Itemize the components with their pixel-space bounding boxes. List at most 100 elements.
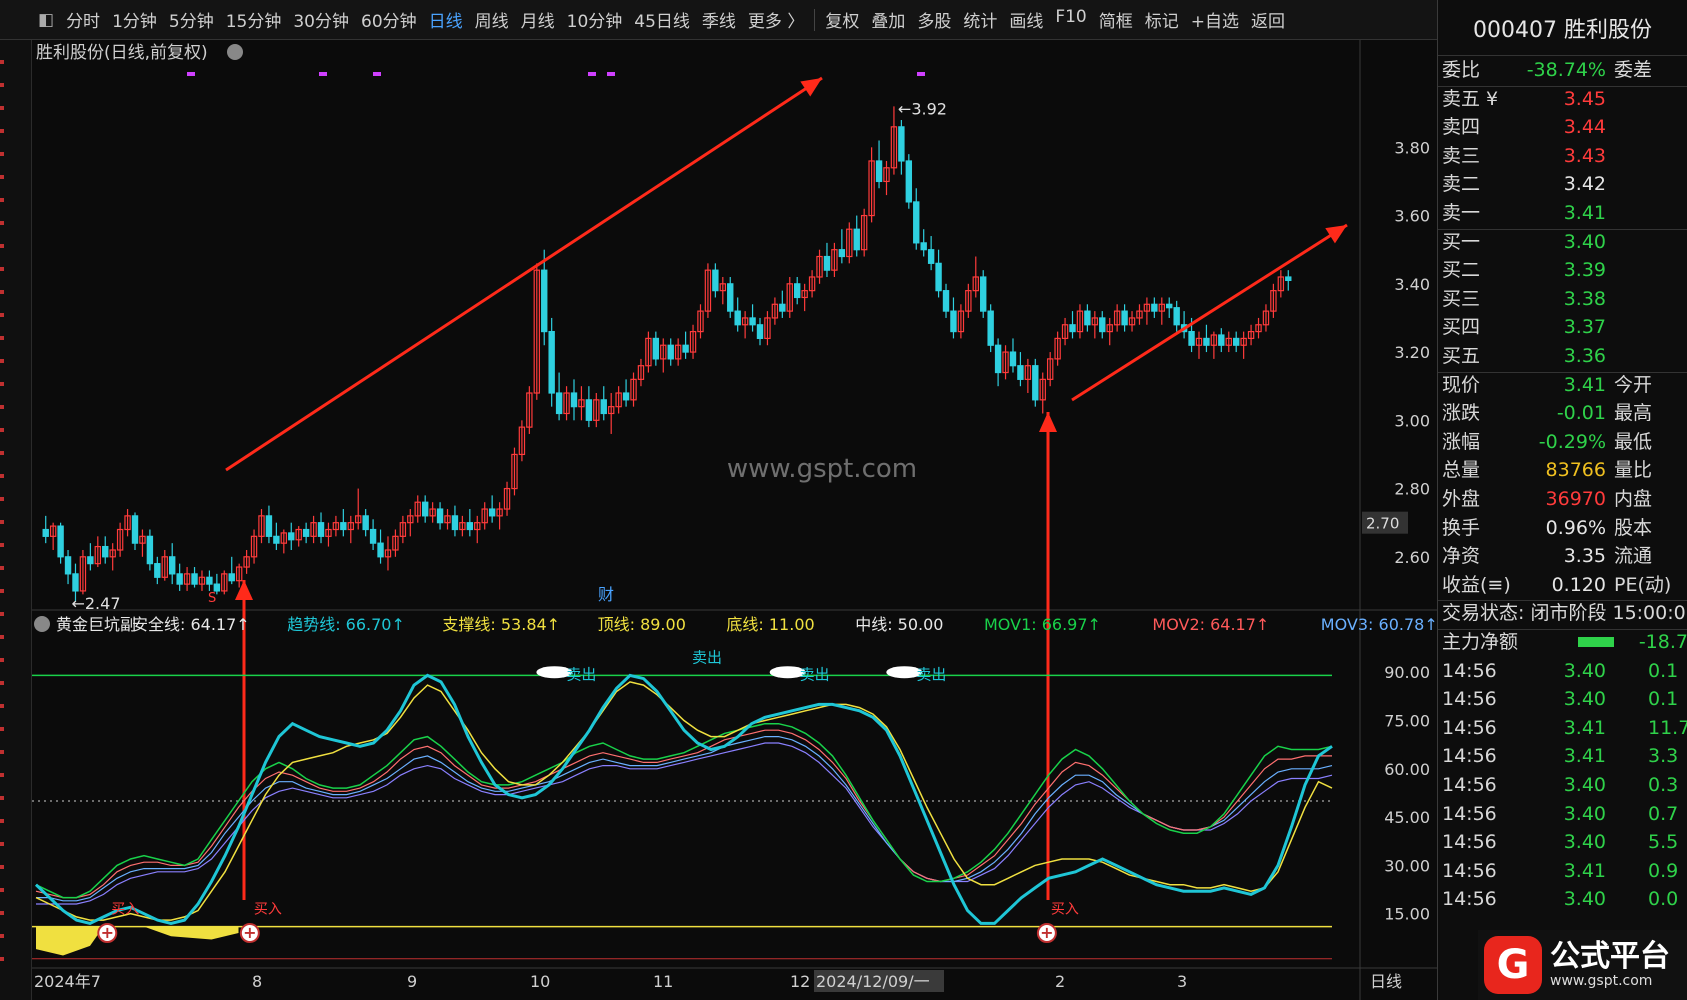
candle-body (749, 317, 756, 326)
low-annotation: ←2.47 (71, 594, 120, 613)
candle-body (712, 269, 719, 292)
indicator-label: MOV3: 60.78↑ (1321, 615, 1437, 634)
stat-row-1: 涨跌 -0.01 最高 (1438, 399, 1687, 427)
buy-plus-glyph: + (101, 923, 114, 942)
candle-body (1203, 337, 1210, 346)
tab-4[interactable]: 30分钟 (287, 7, 355, 32)
candle-body (176, 573, 183, 585)
candle-body (823, 255, 831, 271)
tab-8[interactable]: 月线 (515, 7, 561, 32)
tick-price: 3.40 (1563, 802, 1606, 825)
buy-label: 买入 (254, 902, 282, 918)
side-marker (0, 83, 4, 87)
tab-1[interactable]: 1分钟 (106, 7, 163, 32)
candle-body (228, 573, 235, 582)
tool-button-9[interactable]: 返回 (1245, 7, 1291, 32)
tool-button-6[interactable]: 简框 (1093, 7, 1139, 32)
side-marker (0, 497, 4, 501)
tab-10[interactable]: 45日线 (628, 7, 696, 32)
candle-body (169, 556, 176, 575)
main-chart-title: 胜利股份(日线,前复权) (36, 43, 208, 63)
stat-row-5: 换手 0.96% 股本 (1438, 514, 1687, 542)
left-sidebar-strip[interactable] (0, 40, 32, 1000)
sell-row-2: 卖三 3.43 (1438, 142, 1687, 170)
tick-vol: 0.3 (1648, 774, 1679, 796)
xaxis-tick-label: 9 (407, 972, 417, 991)
candle-body (206, 576, 213, 585)
sell-label: 卖出 (692, 649, 722, 667)
candle-body (154, 563, 161, 578)
candle-body (942, 290, 950, 312)
candle-body (1069, 324, 1076, 333)
tab-2[interactable]: 5分钟 (163, 7, 220, 32)
stat-label2: 量比 (1614, 459, 1653, 482)
main-net-value: -18.7 (1638, 631, 1687, 653)
tab-9[interactable]: 10分钟 (561, 7, 629, 32)
chart-area[interactable]: 胜利股份(日线,前复权) 2.60 2.80 3.00 3.20 3.40 3.60 3.80… (32, 40, 1437, 1000)
candle-body (1032, 365, 1039, 401)
tool-button-5[interactable]: F10 (1049, 7, 1092, 32)
logo-text-block: 公式平台 www.gspt.com (1550, 939, 1670, 990)
layout-icon[interactable]: ◧ (38, 10, 54, 30)
tab-11[interactable]: 季线 (696, 7, 742, 32)
tab-5[interactable]: 60分钟 (355, 7, 423, 32)
side-marker (0, 336, 4, 340)
candle-body (146, 535, 154, 565)
logo-title: 公式平台 (1550, 939, 1670, 974)
tick-price: 3.41 (1563, 716, 1606, 739)
tick-vol: 0.7 (1648, 802, 1679, 825)
main-net-row: 主力净额 -18.7 (1438, 628, 1687, 656)
tool-button-4[interactable]: 画线 (1003, 7, 1049, 32)
tool-button-3[interactable]: 统计 (957, 7, 1003, 32)
weibi-label: 委比 (1442, 59, 1481, 81)
tool-button-1[interactable]: 叠加 (865, 7, 911, 32)
stat-value: 3.35 (1563, 545, 1606, 568)
stat-row-0: 现价 3.41 今开 (1438, 371, 1687, 399)
indicator-label: 趋势线: 66.70↑ (287, 615, 405, 634)
candle-body (652, 337, 660, 360)
weicha-label: 委差 (1614, 59, 1653, 81)
candle-body (756, 324, 764, 340)
tab-12[interactable]: 更多 〉 (742, 7, 810, 32)
weibi-row: 委比 -38.74% 委差 (1438, 56, 1687, 84)
sell-price: 3.42 (1563, 173, 1606, 196)
tab-6[interactable]: 日线 (423, 7, 469, 32)
tick-vol: 3.3 (1648, 745, 1679, 768)
top-marker (607, 72, 615, 76)
candle-body (466, 522, 474, 531)
tool-button-7[interactable]: 标记 (1139, 7, 1185, 32)
tab-3[interactable]: 15分钟 (220, 7, 288, 32)
trade-state-row: 交易状态: 闭市阶段 15:00:0 (1438, 599, 1687, 627)
side-marker (0, 313, 4, 317)
tick-time: 14:56 (1442, 659, 1497, 682)
side-marker (0, 451, 4, 455)
period-label: 日线 (1370, 972, 1402, 991)
tool-button-2[interactable]: 多股 (911, 7, 957, 32)
candle-body (1232, 337, 1240, 346)
sell-label: 卖出 (916, 665, 946, 683)
tick-price: 3.40 (1563, 688, 1606, 711)
tick-price: 3.40 (1563, 659, 1606, 682)
top-marker (319, 72, 327, 76)
side-marker (0, 635, 4, 639)
indicator-dropdown-icon (34, 616, 50, 632)
tab-7[interactable]: 周线 (469, 7, 515, 32)
tool-button-8[interactable]: +自选 (1185, 7, 1245, 32)
candle-body (317, 522, 325, 537)
stock-terminal: ◧ 分时 1分钟 5分钟 15分钟 30分钟 60分钟 日线 周线 月线 10分钟 45日线 季线 更多… (0, 0, 1687, 1000)
sell-row-0: 卖五 ¥ 3.45 (1438, 85, 1687, 113)
candle-body (950, 310, 957, 333)
candle-body (369, 528, 377, 544)
tab-0[interactable]: 分时 (60, 7, 106, 32)
stat-label: 净资 (1442, 545, 1481, 568)
high-annotation: ←3.92 (898, 99, 947, 118)
tick-price: 3.41 (1563, 859, 1606, 882)
candle-body (1285, 276, 1292, 282)
candle-body (994, 344, 1002, 374)
logo-mark: G (1484, 936, 1542, 994)
indicator-tick-label: 60.00 (1384, 760, 1430, 779)
tick-time: 14:56 (1442, 688, 1497, 711)
tool-button-0[interactable]: 复权 (819, 7, 865, 32)
top-marker (588, 72, 596, 76)
stat-label: 外盘 (1442, 488, 1481, 510)
